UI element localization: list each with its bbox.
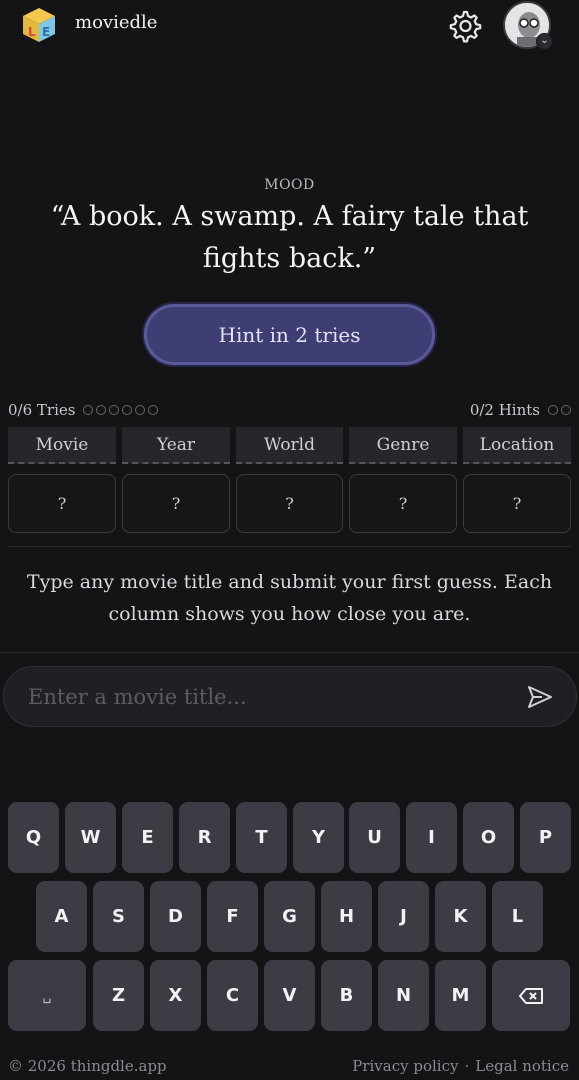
hints-dots bbox=[548, 405, 571, 415]
gear-icon[interactable] bbox=[444, 6, 484, 46]
divider bbox=[0, 652, 579, 653]
avatar-menu-chevron-icon[interactable]: ⌄ bbox=[536, 33, 553, 50]
privacy-policy-link[interactable]: Privacy policy bbox=[352, 1057, 458, 1075]
try-dot bbox=[148, 405, 159, 415]
key-w[interactable]: W bbox=[65, 802, 116, 873]
key-g[interactable]: G bbox=[264, 881, 315, 952]
key-q[interactable]: Q bbox=[8, 802, 59, 873]
key-u[interactable]: U bbox=[349, 802, 400, 873]
backspace-icon bbox=[519, 987, 543, 1004]
key-k[interactable]: K bbox=[435, 881, 486, 952]
guess-cell-year: ? bbox=[122, 474, 230, 533]
tries-dots bbox=[83, 405, 159, 415]
logo-letter-l: L bbox=[28, 25, 36, 39]
movie-search-bar bbox=[3, 666, 577, 727]
movie-title-input[interactable] bbox=[28, 667, 508, 726]
key-x[interactable]: X bbox=[150, 960, 201, 1031]
hint-button[interactable]: Hint in 2 tries bbox=[144, 304, 435, 365]
hints-counter: 0/2 Hints bbox=[470, 401, 571, 419]
key-l[interactable]: L bbox=[492, 881, 543, 952]
key-space[interactable]: ␣ bbox=[8, 960, 86, 1031]
hint-dot bbox=[548, 405, 558, 415]
tries-counter: 0/6 Tries bbox=[8, 401, 159, 419]
logo-letter-e: E bbox=[42, 25, 50, 39]
guess-cell-movie: ? bbox=[8, 474, 116, 533]
column-header-world: World bbox=[236, 427, 343, 464]
footer-separator: · bbox=[464, 1057, 470, 1075]
key-n[interactable]: N bbox=[378, 960, 429, 1031]
key-p[interactable]: P bbox=[520, 802, 571, 873]
try-dot bbox=[96, 405, 107, 415]
try-dot bbox=[109, 405, 120, 415]
footer-links: Privacy policy · Legal notice bbox=[352, 1057, 569, 1075]
column-header-location: Location bbox=[463, 427, 571, 464]
key-f[interactable]: F bbox=[207, 881, 258, 952]
key-i[interactable]: I bbox=[406, 802, 457, 873]
key-a[interactable]: A bbox=[36, 881, 87, 952]
key-z[interactable]: Z bbox=[93, 960, 144, 1031]
key-t[interactable]: T bbox=[236, 802, 287, 873]
key-y[interactable]: Y bbox=[293, 802, 344, 873]
hint-dot bbox=[561, 405, 571, 415]
key-backspace[interactable] bbox=[492, 960, 570, 1031]
key-m[interactable]: M bbox=[435, 960, 486, 1031]
column-header-genre: Genre bbox=[349, 427, 457, 464]
tries-label: 0/6 Tries bbox=[8, 401, 76, 419]
guess-cell-world: ? bbox=[236, 474, 343, 533]
column-header-movie: Movie bbox=[8, 427, 116, 464]
mood-quote: “A book. A swamp. A fairy tale that figh… bbox=[50, 201, 529, 274]
app-name: moviedle bbox=[75, 12, 158, 33]
try-dot bbox=[135, 405, 146, 415]
key-d[interactable]: D bbox=[150, 881, 201, 952]
column-header-year: Year bbox=[122, 427, 230, 464]
try-dot bbox=[122, 405, 133, 415]
top-bar: L E moviedle ⌄ bbox=[0, 0, 579, 52]
key-r[interactable]: R bbox=[179, 802, 230, 873]
hints-label: 0/2 Hints bbox=[469, 401, 540, 419]
logo-blocks-icon[interactable]: L E bbox=[20, 6, 58, 44]
send-icon[interactable] bbox=[526, 684, 554, 710]
key-s[interactable]: S bbox=[93, 881, 144, 952]
key-o[interactable]: O bbox=[463, 802, 514, 873]
key-v[interactable]: V bbox=[264, 960, 315, 1031]
instructions-text: Type any movie title and submit your fir… bbox=[26, 571, 553, 625]
key-c[interactable]: C bbox=[207, 960, 258, 1031]
legal-notice-link[interactable]: Legal notice bbox=[475, 1057, 569, 1075]
guess-cell-location: ? bbox=[463, 474, 571, 533]
copyright-text: © 2026 thingdle.app bbox=[8, 1057, 167, 1075]
key-e[interactable]: E bbox=[122, 802, 173, 873]
key-h[interactable]: H bbox=[321, 881, 372, 952]
try-dot bbox=[83, 405, 94, 415]
guess-cell-genre: ? bbox=[349, 474, 457, 533]
divider bbox=[8, 546, 571, 547]
mood-label: MOOD bbox=[264, 177, 315, 193]
key-j[interactable]: J bbox=[378, 881, 429, 952]
key-b[interactable]: B bbox=[321, 960, 372, 1031]
